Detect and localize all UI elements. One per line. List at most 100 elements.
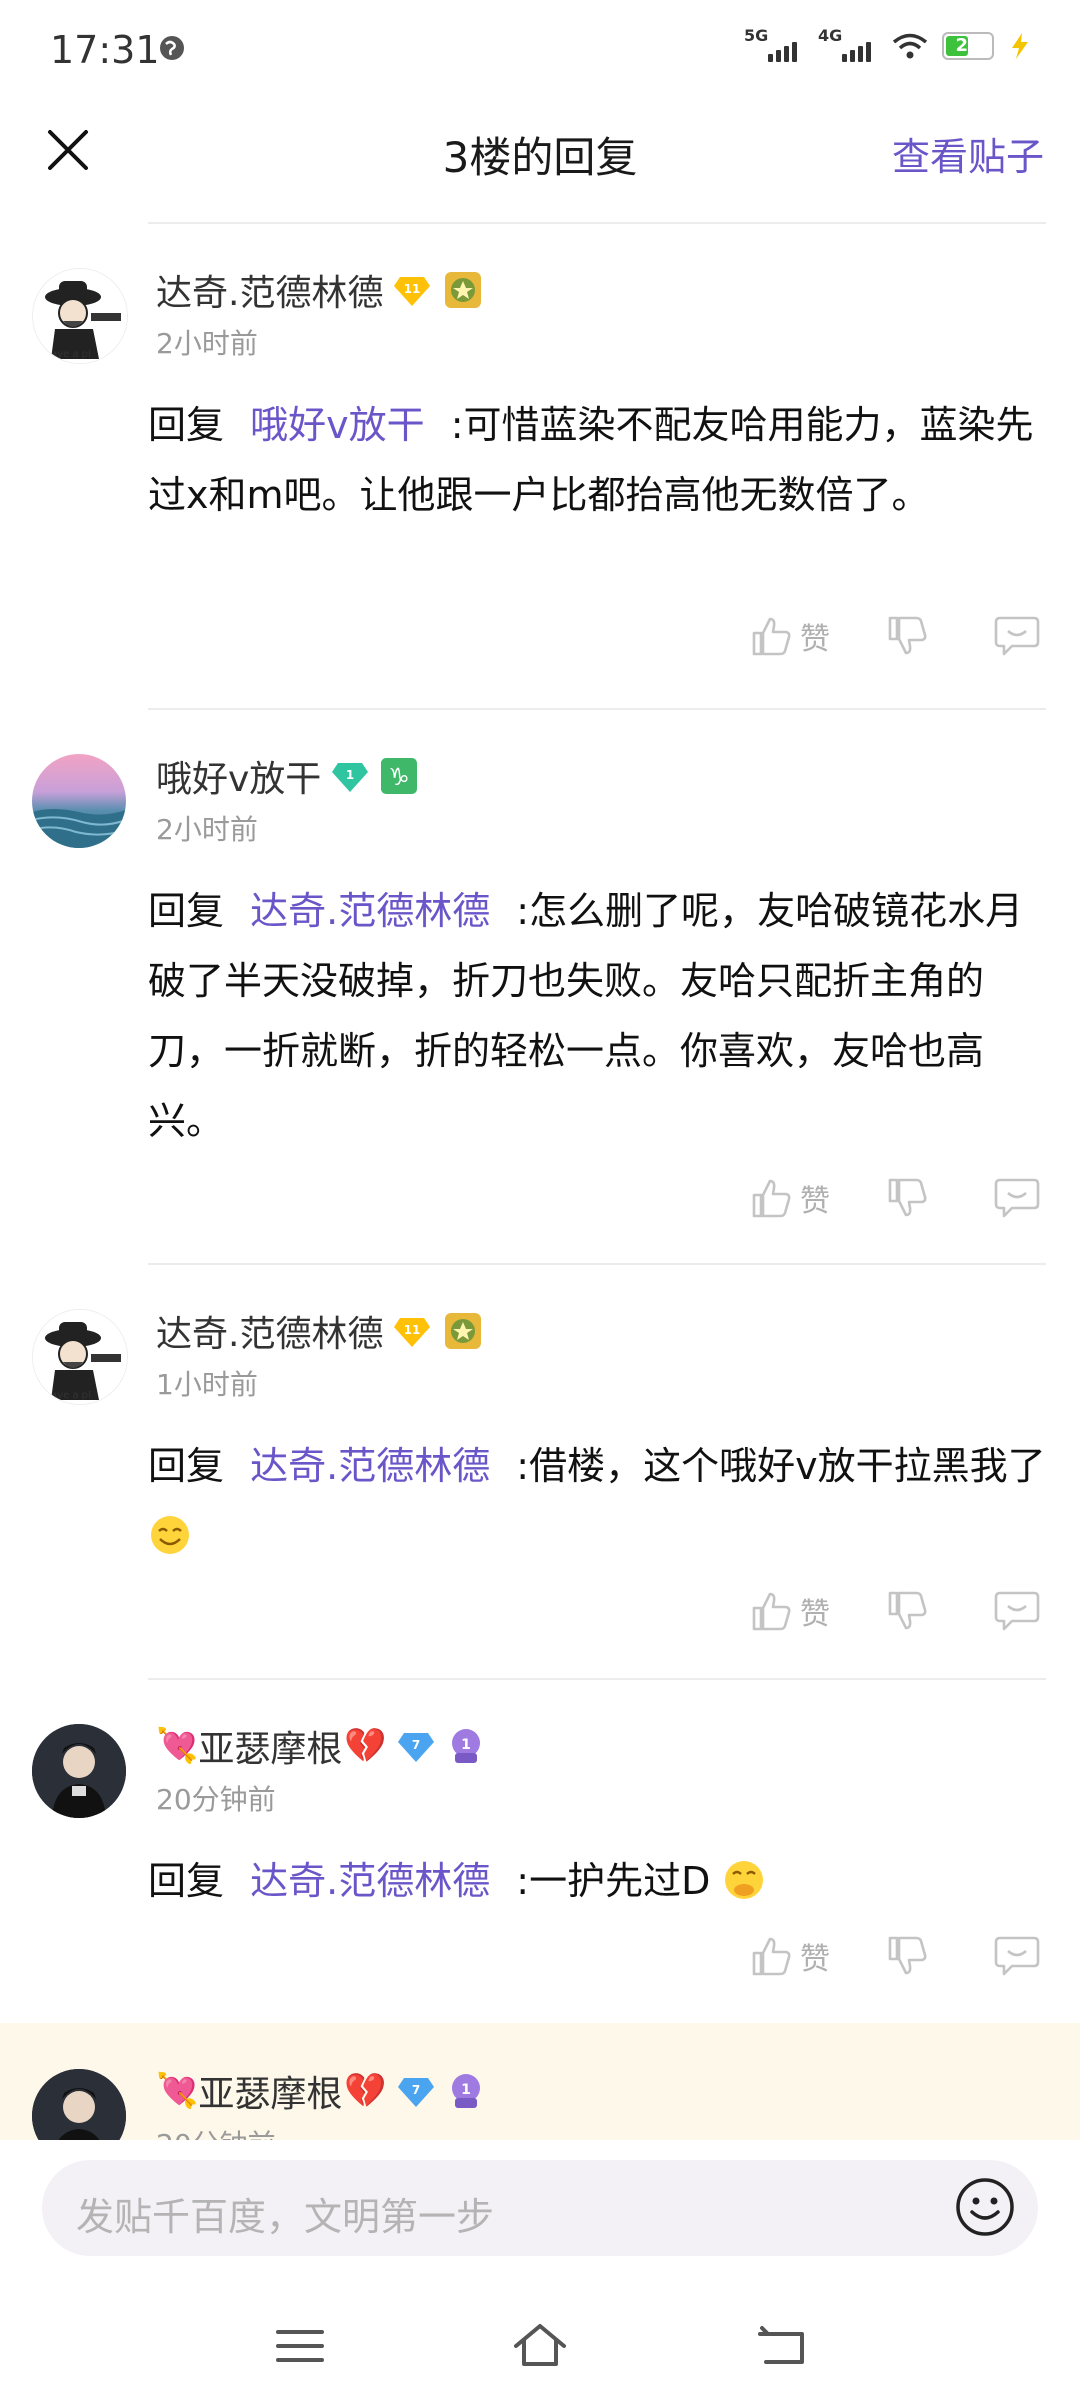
like-label: 赞 bbox=[800, 1597, 830, 1632]
reply-input[interactable]: 发贴千百度，文明第一步 bbox=[42, 2160, 1038, 2256]
avatar[interactable] bbox=[32, 1724, 126, 1818]
avatar[interactable]: ave a pl bbox=[32, 268, 128, 364]
thumbs-down-icon[interactable] bbox=[886, 1589, 930, 1633]
menu-icon[interactable] bbox=[270, 2318, 330, 2374]
battery-icon: 21 bbox=[942, 32, 994, 60]
thumbs-up-icon bbox=[752, 1179, 791, 1218]
level-number: 7 bbox=[412, 1738, 420, 1752]
reply-content: 回复 达奇.范德林德 :借楼，这个哦好v放干拉黑我了 bbox=[148, 1431, 1050, 1571]
username[interactable]: 亚瑟摩根 bbox=[198, 2065, 342, 2117]
level-number: 11 bbox=[404, 1323, 421, 1337]
comment-icon[interactable] bbox=[994, 1934, 1040, 1978]
level-badge-icon: 1 bbox=[332, 763, 369, 792]
user-row: 💘 亚瑟摩根 💔 7 1 bbox=[156, 2065, 487, 2117]
avatar-cowboy-image: ave a pl bbox=[33, 269, 127, 363]
like-button[interactable]: 赞 bbox=[750, 1176, 830, 1220]
reply-prefix: 回复 bbox=[148, 403, 225, 447]
reply-item-highlighted: 💘 亚瑟摩根 💔 7 1 20分钟前 bbox=[0, 2023, 1080, 2163]
username[interactable]: 达奇.范德林德 bbox=[156, 1305, 383, 1357]
action-bar: 赞 bbox=[750, 614, 1040, 658]
username[interactable]: 亚瑟摩根 bbox=[198, 1720, 342, 1772]
thumbs-down-icon[interactable] bbox=[886, 614, 930, 658]
reply-content: 回复 达奇.范德林德 :怎么删了呢，友哈破镜花水月破了半天没破掉，折刀也失败。友… bbox=[148, 876, 1050, 1156]
level-badge-icon: 7 bbox=[397, 2078, 434, 2107]
level-badge-icon: 7 bbox=[397, 1733, 434, 1762]
wifi-icon bbox=[892, 33, 928, 59]
level-number: 11 bbox=[404, 282, 421, 296]
timestamp: 2小时前 bbox=[156, 813, 258, 846]
reply-content: 回复 达奇.范德林德 :一护先过D bbox=[148, 1846, 1050, 1916]
comment-icon[interactable] bbox=[994, 614, 1040, 658]
svg-text:1: 1 bbox=[461, 1737, 471, 1753]
comment-icon[interactable] bbox=[994, 1589, 1040, 1633]
like-button[interactable]: 赞 bbox=[750, 1934, 830, 1978]
avatar[interactable] bbox=[32, 754, 126, 848]
signal-4g-icon: 4G bbox=[818, 26, 878, 62]
level-number: 1 bbox=[346, 768, 354, 782]
action-bar: 赞 bbox=[750, 1934, 1040, 1978]
thumbs-down-icon[interactable] bbox=[886, 1934, 930, 1978]
mention-link[interactable]: 达奇.范德林德 bbox=[250, 1859, 490, 1903]
comment-icon[interactable] bbox=[994, 1176, 1040, 1220]
reply-text: :一护先过D bbox=[516, 1859, 711, 1903]
reply-prefix: 回复 bbox=[148, 889, 225, 933]
thumbs-up-icon bbox=[752, 617, 791, 656]
user-row: 达奇.范德林德 11 bbox=[156, 264, 485, 316]
avatar-person-image bbox=[32, 1724, 126, 1818]
capricorn-icon: ♑ bbox=[381, 758, 418, 794]
status-time: 17:31 bbox=[50, 28, 160, 72]
emoji-icon[interactable] bbox=[954, 2176, 1016, 2238]
avatar-cowboy-image: ave a pl bbox=[33, 1310, 127, 1404]
divider bbox=[148, 708, 1046, 710]
divider bbox=[148, 1263, 1046, 1265]
reply-input-bar: 发贴千百度，文明第一步 bbox=[0, 2140, 1080, 2290]
timestamp: 2小时前 bbox=[156, 327, 258, 360]
like-button[interactable]: 赞 bbox=[750, 1589, 830, 1633]
medal-icon bbox=[445, 272, 482, 308]
username[interactable]: 哦好v放干 bbox=[156, 750, 321, 802]
reply-list: ave a pl 达奇.范德林德 11 2小时前 回复 哦好v放干 :可惜蓝染不… bbox=[0, 222, 1080, 2163]
view-post-link[interactable]: 查看贴子 bbox=[892, 126, 1044, 181]
reply-prefix: 回复 bbox=[148, 1859, 225, 1903]
system-nav-bar bbox=[0, 2290, 1080, 2400]
like-label: 赞 bbox=[800, 1184, 830, 1219]
reply-prefix: 回复 bbox=[148, 1444, 225, 1488]
header: 3楼的回复 查看贴子 bbox=[0, 100, 1080, 220]
avatar[interactable]: ave a pl bbox=[32, 1309, 128, 1405]
reply-item: ave a pl 达奇.范德林德 11 2小时前 回复 哦好v放干 :可惜蓝染不… bbox=[0, 222, 1080, 708]
level-number: 7 bbox=[412, 2083, 420, 2097]
globe-icon bbox=[160, 36, 184, 60]
like-label: 赞 bbox=[800, 622, 830, 657]
mention-link[interactable]: 达奇.范德林德 bbox=[250, 889, 490, 933]
svg-text:♑: ♑ bbox=[389, 763, 411, 791]
heart-ribbon-emoji-icon: 💘 bbox=[156, 2071, 199, 2111]
thumbs-up-icon bbox=[752, 1592, 791, 1631]
broken-heart-emoji-icon: 💔 bbox=[344, 1726, 387, 1766]
thumbs-down-icon[interactable] bbox=[886, 1176, 930, 1220]
action-bar: 赞 bbox=[750, 1589, 1040, 1633]
avatar-sea-image bbox=[32, 809, 126, 848]
battery-level: 21 bbox=[955, 35, 981, 56]
mention-link[interactable]: 哦好v放干 bbox=[250, 403, 425, 447]
purple-medal-icon: 1 bbox=[451, 1729, 480, 1763]
action-bar: 赞 bbox=[750, 1176, 1040, 1220]
like-button[interactable]: 赞 bbox=[750, 614, 830, 658]
thumbs-up-icon bbox=[752, 1937, 791, 1976]
divider bbox=[148, 222, 1046, 224]
signal-5g-icon: 5G bbox=[744, 26, 804, 62]
reply-item: ave a pl 达奇.范德林德 11 1小时前 回复 达奇.范德林德 :借楼，… bbox=[0, 1263, 1080, 1678]
home-icon[interactable] bbox=[510, 2318, 570, 2374]
user-row: 哦好v放干 1 ♑ bbox=[156, 750, 419, 802]
level-badge-icon: 11 bbox=[394, 1318, 431, 1347]
divider bbox=[148, 1678, 1046, 1680]
charging-icon bbox=[1012, 33, 1028, 59]
back-icon[interactable] bbox=[752, 2318, 812, 2374]
reply-item: 💘 亚瑟摩根 💔 7 1 20分钟前 回复 达奇.范德林德 :一护先过D 赞 bbox=[0, 1678, 1080, 2023]
status-bar: 17:31 5G 4G 21 bbox=[0, 0, 1080, 100]
reply-text: :借楼，这个哦好v放干拉黑我了 bbox=[516, 1444, 1046, 1488]
user-row: 💘 亚瑟摩根 💔 7 1 bbox=[156, 1720, 487, 1772]
mention-link[interactable]: 达奇.范德林德 bbox=[250, 1444, 490, 1488]
medal-icon bbox=[445, 1313, 482, 1349]
username[interactable]: 达奇.范德林德 bbox=[156, 264, 383, 316]
smile-emoji-icon bbox=[151, 1516, 189, 1554]
